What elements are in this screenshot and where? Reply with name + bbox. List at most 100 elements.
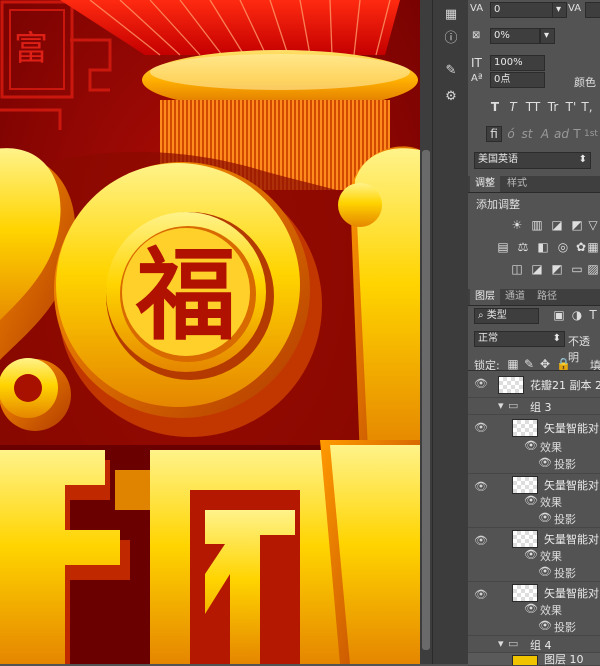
eye-icon[interactable]: 👁	[474, 421, 488, 434]
filter-pixel-icon[interactable]: ▣	[552, 308, 566, 322]
filter-type-icon[interactable]: T	[586, 308, 600, 322]
info-panel-icon[interactable]: ⓘ	[441, 30, 461, 48]
tab-paths[interactable]: 路径	[532, 289, 562, 305]
tab-channels[interactable]: 通道	[500, 289, 530, 305]
effects-label: 效果	[540, 496, 562, 509]
exposure-icon[interactable]: ◩	[570, 218, 584, 232]
tracking-field[interactable]: 0	[490, 2, 555, 18]
lock-image-icon[interactable]: ✎	[522, 357, 536, 371]
canvas-vertical-scrollbar[interactable]	[420, 0, 432, 664]
vibrance-icon[interactable]: ▽	[586, 218, 600, 232]
color-balance-icon[interactable]: ⚖	[516, 240, 530, 254]
drop-shadow-label: 投影	[554, 513, 576, 526]
subscript-button[interactable]: T,	[580, 100, 594, 114]
ornaments-button[interactable]: T	[570, 127, 584, 141]
gradient-map-icon[interactable]: ▭	[570, 262, 584, 276]
lock-all-icon[interactable]: 🔒	[556, 357, 571, 371]
layer-name: 矢量智能对	[544, 533, 599, 546]
invert-icon[interactable]: ◫	[510, 262, 524, 276]
tab-layers[interactable]: 图层	[470, 289, 500, 305]
superscript-button[interactable]: T'	[564, 100, 578, 114]
tool-presets-icon[interactable]: ⚙	[441, 88, 461, 106]
drop-shadow-label: 投影	[554, 567, 576, 580]
black-white-icon[interactable]: ◧	[536, 240, 550, 254]
eye-icon[interactable]: 👁	[474, 534, 488, 547]
drop-shadow-eye-icon[interactable]: 👁	[538, 619, 552, 632]
eye-icon[interactable]: 👁	[474, 377, 488, 390]
smart-object-row[interactable]: 👁 矢量智能对 👁 效果 👁 投影	[468, 528, 600, 582]
eye-icon[interactable]: 👁	[474, 588, 488, 601]
group-row[interactable]: ▾ ▭ 组 4	[468, 636, 600, 653]
chevron-down-icon[interactable]: ▾	[498, 399, 504, 412]
baseline-shift-field[interactable]: 0点	[490, 72, 545, 88]
layer-name: 矢量智能对	[544, 587, 599, 600]
faux-bold-button[interactable]: T	[488, 100, 502, 114]
effects-eye-icon[interactable]: 👁	[524, 548, 538, 561]
drop-shadow-eye-icon[interactable]: 👁	[538, 511, 552, 524]
layers-tabbar: 图层 通道 路径	[468, 289, 600, 306]
group-row[interactable]: ▾ ▭ 组 3	[468, 398, 600, 415]
small-caps-button[interactable]: Tr	[544, 100, 562, 114]
history-panel-icon[interactable]: ▦	[441, 6, 461, 24]
blend-mode-value: 正常	[478, 333, 498, 344]
levels-icon[interactable]: ▥	[530, 218, 544, 232]
scrollbar-thumb[interactable]	[422, 150, 430, 650]
language-select[interactable]: 美国英语 ⬍	[474, 152, 591, 169]
document-canvas[interactable]: 富 福	[0, 0, 420, 664]
ordinals-button[interactable]: 1st	[584, 127, 598, 141]
drop-shadow-label: 投影	[554, 458, 576, 471]
right-panels: VA 0 ▾ VA ⊠ 0% ▾ IT 100% Aª 0点 颜色 T T TT…	[468, 0, 600, 666]
effects-eye-icon[interactable]: 👁	[524, 439, 538, 452]
filter-adjustment-icon[interactable]: ◑	[570, 308, 584, 322]
eye-icon[interactable]: 👁	[474, 480, 488, 493]
smart-object-row[interactable]: 👁 矢量智能对 👁 效果 👁 投影	[468, 415, 600, 474]
tracking-dropdown[interactable]: ▾	[552, 2, 567, 18]
selective-color-icon[interactable]: ▨	[586, 262, 600, 276]
effects-eye-icon[interactable]: 👁	[524, 494, 538, 507]
kerning-field[interactable]	[585, 2, 600, 18]
layer-name: 图层 10	[544, 653, 584, 666]
drop-shadow-eye-icon[interactable]: 👁	[538, 565, 552, 578]
all-caps-button[interactable]: TT	[524, 100, 542, 114]
smart-object-row[interactable]: 👁 矢量智能对 👁 效果 👁 投影	[468, 474, 600, 528]
layer-thumbnail	[512, 419, 538, 437]
drop-shadow-eye-icon[interactable]: 👁	[538, 456, 552, 469]
ligature-button[interactable]: fi	[486, 126, 502, 142]
layer-row[interactable]: 图层 10	[468, 653, 600, 666]
lock-transparent-icon[interactable]: ▦	[506, 357, 520, 371]
brightness-icon[interactable]: ☀	[510, 218, 524, 232]
tab-adjustments[interactable]: 调整	[470, 176, 500, 192]
layer-row[interactable]: 👁 花瓣21 副本 2	[468, 371, 600, 398]
oldstyle-button[interactable]: ó	[504, 127, 518, 141]
photo-filter-icon[interactable]: ◎	[556, 240, 570, 254]
vertical-scale-field[interactable]: 100%	[490, 55, 545, 71]
svg-text:富: 富	[14, 29, 48, 69]
drop-shadow-label: 投影	[554, 621, 576, 634]
chevron-down-icon[interactable]: ▾	[498, 637, 504, 650]
threshold-icon[interactable]: ◩	[550, 262, 564, 276]
smart-object-row[interactable]: 👁 矢量智能对 👁 效果 👁 投影	[468, 582, 600, 636]
color-lookup-icon[interactable]: ▦	[586, 240, 600, 254]
scale-field[interactable]: 0%	[490, 28, 540, 44]
hue-saturation-icon[interactable]: ▤	[496, 240, 510, 254]
lock-position-icon[interactable]: ✥	[538, 357, 552, 371]
posterize-icon[interactable]: ◪	[530, 262, 544, 276]
opentype-buttons: fi ó st A ad T 1st	[468, 126, 600, 144]
faux-italic-button[interactable]: T	[506, 100, 520, 114]
scale-dropdown[interactable]: ▾	[540, 28, 555, 44]
effects-label: 效果	[540, 441, 562, 454]
swash-button[interactable]: st	[520, 127, 534, 141]
stylistic-alt-button[interactable]: A	[538, 127, 552, 141]
layer-name: 花瓣21 副本 2	[530, 379, 600, 392]
folder-icon: ▭	[508, 399, 519, 412]
effects-label: 效果	[540, 550, 562, 563]
blend-mode-select[interactable]: 正常 ⬍	[474, 331, 565, 347]
adjustments-tabbar: 调整 样式	[468, 176, 600, 193]
effects-eye-icon[interactable]: 👁	[524, 602, 538, 615]
layer-thumbnail	[512, 476, 538, 494]
layer-filter-kind[interactable]: ⌕ 类型	[474, 308, 539, 324]
brush-panel-icon[interactable]: ✎	[441, 62, 461, 80]
curves-icon[interactable]: ◪	[550, 218, 564, 232]
tab-styles[interactable]: 样式	[502, 176, 532, 192]
titling-alt-button[interactable]: ad	[554, 127, 569, 141]
